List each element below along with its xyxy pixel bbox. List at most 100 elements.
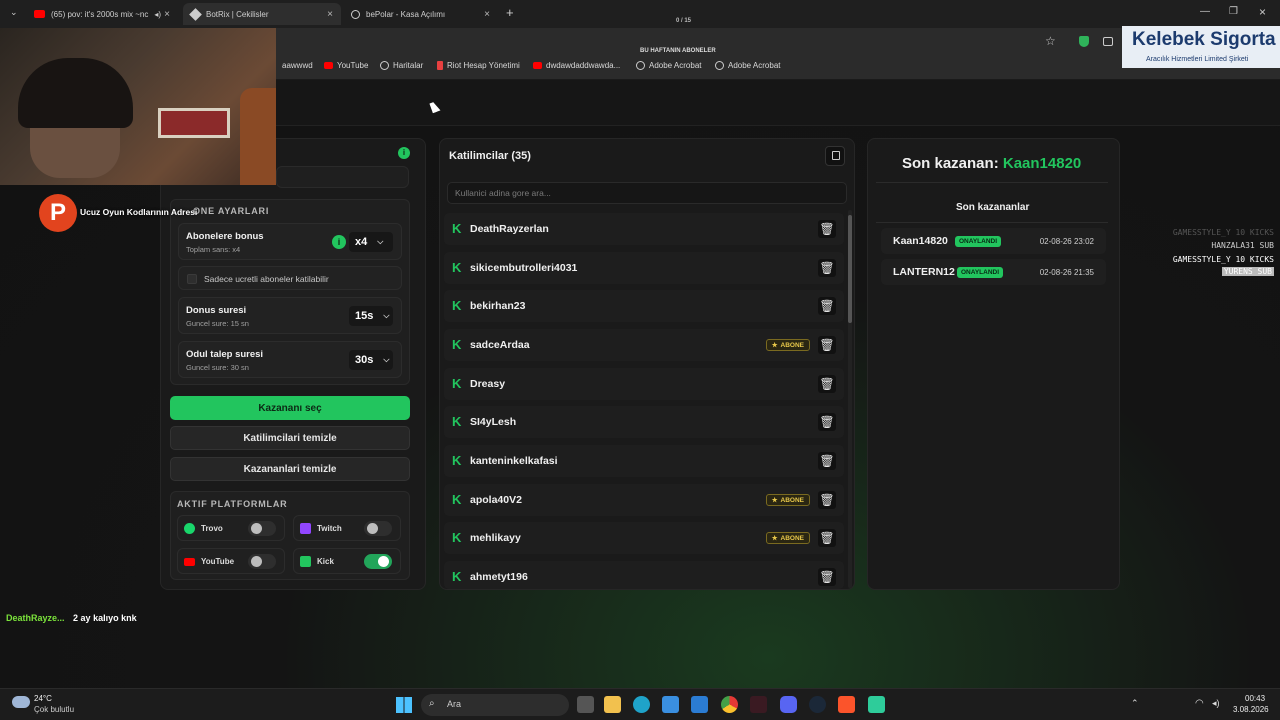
minimize-button[interactable]: — xyxy=(1200,6,1210,17)
subscriber-badge: ★ ABONE xyxy=(765,494,810,506)
pick-winner-button[interactable]: Kazananı seç xyxy=(170,396,410,420)
status-badge: ONAYLANDI xyxy=(957,267,1004,278)
info-icon[interactable]: i xyxy=(398,147,410,159)
bookmark-item[interactable]: Riot Hesap Yönetimi xyxy=(437,61,520,70)
cursor-icon xyxy=(429,100,441,114)
chat-text: 2 ay kalıyo knk xyxy=(73,613,137,623)
bookmark-item[interactable]: dwdawdaddwawda... xyxy=(533,61,620,70)
divider xyxy=(876,182,1108,183)
platform-trovo: Trovo xyxy=(177,515,285,541)
bookmark-item[interactable]: aawwwd xyxy=(282,61,313,70)
bookmark-item[interactable]: Adobe Acrobat xyxy=(715,61,780,70)
chevron-down-icon: ⌵ xyxy=(383,311,390,320)
tab-botrix[interactable]: BotRix | Cekilisler × xyxy=(183,3,341,25)
extension-icon[interactable] xyxy=(1103,37,1113,46)
tab-bepolar[interactable]: bePolar - Kasa Açılımı × xyxy=(343,3,498,25)
app-icon[interactable] xyxy=(750,696,767,713)
edge-icon[interactable] xyxy=(633,696,650,713)
copy-icon[interactable] xyxy=(825,146,845,166)
weather-icon xyxy=(12,696,30,708)
bookmark-item[interactable]: Adobe Acrobat xyxy=(636,61,701,70)
info-icon[interactable]: i xyxy=(332,235,346,249)
globe-icon xyxy=(380,61,389,70)
trash-icon[interactable]: 🗑 xyxy=(818,529,836,547)
new-tab-button[interactable]: + xyxy=(506,5,514,20)
subs-feed-item: HANZALA31 SUB xyxy=(1211,241,1274,250)
steam-icon[interactable] xyxy=(809,696,826,713)
tab-youtube[interactable]: (65) pov: it's 2000s mix ~nc ◂) × xyxy=(26,3,178,25)
trash-icon[interactable]: 🗑 xyxy=(818,259,836,277)
claim-time-sub: Guncel sure: 30 sn xyxy=(186,363,249,372)
platform-kick: Kick xyxy=(293,548,401,574)
trash-icon[interactable]: 🗑 xyxy=(818,413,836,431)
trash-icon[interactable]: 🗑 xyxy=(818,491,836,509)
subscriber-badge: ★ ABONE xyxy=(765,532,810,544)
tray-chevron-icon[interactable]: ⌃ xyxy=(1131,698,1139,709)
task-view-icon[interactable] xyxy=(577,696,594,713)
twitch-toggle[interactable] xyxy=(364,521,392,536)
checkbox[interactable] xyxy=(187,274,197,284)
claim-time-row: Odul talep suresi Guncel sure: 30 sn 30s… xyxy=(178,341,402,378)
sponsor-subtitle: Aracılık Hizmetleri Limited Şirketi xyxy=(1146,56,1249,63)
chrome-icon[interactable] xyxy=(721,696,738,713)
clear-participants-button[interactable]: Katilimcilari temizle xyxy=(170,426,410,450)
bookmark-item[interactable]: YouTube xyxy=(324,61,368,70)
trash-icon[interactable]: 🗑 xyxy=(818,452,836,470)
participant-search-input[interactable]: Kullanici adina gore ara... xyxy=(447,182,847,204)
trash-icon[interactable]: 🗑 xyxy=(818,375,836,393)
platforms-title: AKTIF PLATFORMLAR xyxy=(177,499,288,509)
input-box[interactable] xyxy=(276,166,409,188)
close-tab-icon[interactable]: × xyxy=(327,9,333,20)
winner-row: LANTERN12 ONAYLANDI 02-08-26 21:35 xyxy=(881,259,1106,285)
tab-label: (65) pov: it's 2000s mix ~nc xyxy=(51,9,149,19)
kick-icon: K xyxy=(452,530,462,545)
tab-menu-icon[interactable]: ⌄ xyxy=(10,7,18,18)
clear-winners-button[interactable]: Kazananlari temizle xyxy=(170,457,410,481)
tab-label: BotRix | Cekilisler xyxy=(206,9,269,19)
list-item: Kkanteninkelkafasi 🗑 xyxy=(444,445,844,477)
trash-icon[interactable]: 🗑 xyxy=(818,568,836,586)
store-icon[interactable] xyxy=(662,696,679,713)
kick-icon: K xyxy=(452,376,462,391)
mail-icon[interactable] xyxy=(691,696,708,713)
clock-time: 00:43 xyxy=(1245,694,1266,703)
trovo-icon xyxy=(184,523,195,534)
search-icon: ⌕ xyxy=(429,698,435,709)
webcam-overlay xyxy=(0,28,276,185)
restore-button[interactable]: ❐ xyxy=(1229,6,1238,17)
riot-icon xyxy=(437,61,443,70)
subscriber-bonus-select[interactable]: x4 ⌵ xyxy=(349,232,393,252)
volume-icon[interactable]: ◂) xyxy=(1212,698,1220,709)
trash-icon[interactable]: 🗑 xyxy=(818,220,836,238)
bonus-time-select[interactable]: 15s ⌵ xyxy=(349,306,393,326)
subs-feed-item: GAMESSTYLE_Y 10 KICKS xyxy=(1172,228,1274,237)
close-tab-icon[interactable]: × xyxy=(484,9,490,20)
bookmark-item[interactable]: Haritalar xyxy=(380,61,423,70)
globe-icon xyxy=(351,9,360,19)
trash-icon[interactable]: 🗑 xyxy=(818,336,836,354)
folder-icon[interactable] xyxy=(604,696,621,713)
close-window-button[interactable]: × xyxy=(1259,5,1266,19)
last-winner-heading: Son kazanan: Kaan14820 xyxy=(902,155,1082,172)
claim-time-select[interactable]: 30s ⌵ xyxy=(349,350,393,370)
bonus-time-sub: Guncel sure: 15 sn xyxy=(186,319,249,328)
star-icon[interactable]: ☆ xyxy=(1045,34,1056,48)
shield-icon[interactable] xyxy=(1079,36,1089,47)
channel-logo: P xyxy=(39,194,77,232)
windows-start-icon[interactable] xyxy=(396,697,412,713)
close-tab-icon[interactable]: × xyxy=(164,9,170,20)
list-item: Kahmetyt196 🗑 xyxy=(444,561,844,589)
subscriber-bonus-row: Abonelere bonus Toplam sans: x4 i x4 ⌵ xyxy=(178,223,402,260)
taskbar-search[interactable]: ⌕ Ara xyxy=(421,694,569,716)
kick-icon: K xyxy=(452,492,462,507)
youtube-toggle[interactable] xyxy=(248,554,276,569)
brave-icon[interactable] xyxy=(838,696,855,713)
trovo-toggle[interactable] xyxy=(248,521,276,536)
participant-scrollbar[interactable] xyxy=(848,210,852,588)
platform-twitch: Twitch xyxy=(293,515,401,541)
discord-icon[interactable] xyxy=(780,696,797,713)
trash-icon[interactable]: 🗑 xyxy=(818,297,836,315)
kick-toggle[interactable] xyxy=(364,554,392,569)
app-icon[interactable] xyxy=(868,696,885,713)
paid-only-row[interactable]: Sadece ucretli aboneler katilabilir xyxy=(178,266,402,290)
